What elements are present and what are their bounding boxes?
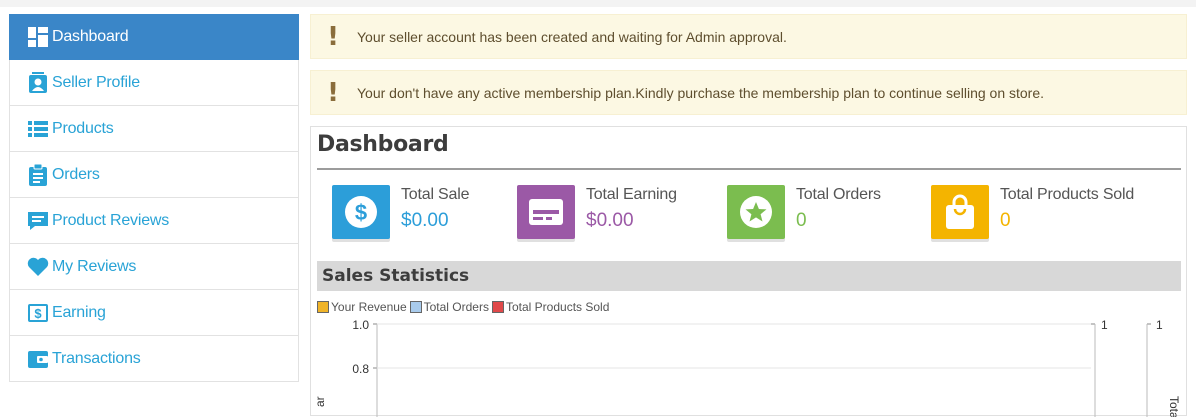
stat-label: Total Products Sold <box>1000 186 1135 203</box>
list-icon <box>27 118 49 140</box>
y-axis-title-left: ar <box>313 396 327 407</box>
stat-value: $0.00 <box>586 210 634 231</box>
sidebar-item-product-reviews[interactable]: Product Reviews <box>9 198 299 244</box>
sidebar-item-seller-profile[interactable]: Seller Profile <box>9 60 299 106</box>
dashboard-panel: Dashboard $ Total Sale $0.00 Total Earni… <box>310 126 1187 417</box>
sidebar-item-transactions[interactable]: Transactions <box>9 336 299 382</box>
dollar-circle-icon: $ <box>345 196 377 228</box>
profile-icon <box>27 71 49 94</box>
top-border <box>0 0 1196 7</box>
star-circle-icon <box>740 196 772 228</box>
svg-text:$: $ <box>34 306 42 321</box>
stat-total-products-sold: Total Products Sold 0 <box>931 185 1134 239</box>
stat-total-orders: Total Orders 0 <box>727 185 881 239</box>
stat-label: Total Orders <box>796 186 881 203</box>
sales-statistics-header: Sales Statistics <box>317 261 1181 291</box>
sidebar-item-orders[interactable]: Orders <box>9 152 299 198</box>
sidebar-item-dashboard[interactable]: Dashboard <box>9 14 299 60</box>
stat-total-sale: $ Total Sale $0.00 <box>332 185 469 239</box>
y-tick-label: 1 <box>1101 318 1108 332</box>
sales-chart: 1.0 0.8 1 1 ar Tc Total <box>313 318 1181 417</box>
stat-value: $0.00 <box>401 210 449 231</box>
y-tick-label: 1 <box>1156 318 1163 332</box>
sidebar-item-label: Transactions <box>52 349 141 367</box>
stat-label: Total Earning <box>586 186 677 203</box>
clipboard-icon <box>27 163 49 186</box>
stat-value: 0 <box>796 210 807 231</box>
stat-icon-box <box>517 185 575 239</box>
shopping-bag-icon <box>946 194 974 229</box>
sidebar-item-label: Dashboard <box>52 28 129 45</box>
sidebar-item-label: Product Reviews <box>52 211 170 229</box>
exclamation-icon: ! <box>327 77 339 108</box>
stat-label: Total Sale <box>401 186 470 203</box>
exclamation-icon: ! <box>327 21 339 52</box>
stat-icon-box <box>931 185 989 239</box>
svg-text:$: $ <box>355 200 367 225</box>
stat-total-earning: Total Earning $0.00 <box>517 185 677 239</box>
y-tick-label: 1.0 <box>352 318 369 332</box>
alert-message: Your seller account has been created and… <box>357 28 787 45</box>
sidebar-item-label: My Reviews <box>52 257 137 275</box>
comment-icon <box>27 210 49 232</box>
sidebar-item-label: Seller Profile <box>52 73 140 91</box>
heart-icon <box>27 256 49 278</box>
sidebar-item-my-reviews[interactable]: My Reviews <box>9 244 299 290</box>
alert-message: Your don't have any active membership pl… <box>357 84 1045 101</box>
page-title: Dashboard <box>317 132 449 157</box>
alert-approval-pending: ! Your seller account has been created a… <box>310 14 1187 59</box>
alert-membership: ! Your don't have any active membership … <box>310 70 1187 115</box>
sidebar-item-label: Orders <box>52 165 100 183</box>
stat-icon-box: $ <box>332 185 390 239</box>
stat-value: 0 <box>1000 210 1011 231</box>
sidebar-item-label: Earning <box>52 303 106 321</box>
dashboard-icon <box>27 26 49 48</box>
title-divider <box>317 168 1181 170</box>
wallet-icon <box>27 348 49 370</box>
sidebar-item-earning[interactable]: $ Earning <box>9 290 299 336</box>
stat-icon-box <box>727 185 785 239</box>
y-axis-title-right-2: Total <box>1167 396 1181 417</box>
dollar-icon: $ <box>27 302 49 324</box>
credit-card-icon <box>529 199 563 225</box>
sidebar-nav: Dashboard Seller Profile Products Orders… <box>9 14 299 382</box>
sidebar-item-products[interactable]: Products <box>9 106 299 152</box>
sidebar-item-label: Products <box>52 119 114 137</box>
y-tick-label: 0.8 <box>352 362 369 376</box>
